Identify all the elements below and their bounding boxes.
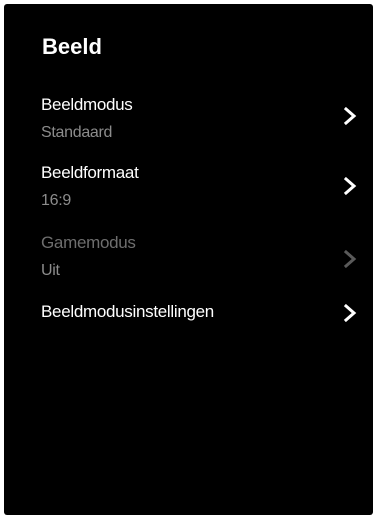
picture-settings-panel: Beeld Beeldmodus Standaard Beeldformaat … xyxy=(4,4,373,515)
menu-item-beeldmodus[interactable]: Beeldmodus Standaard xyxy=(41,95,361,143)
menu-item-label: Beeldmodus xyxy=(41,95,133,114)
panel-title: Beeld xyxy=(42,34,102,59)
menu-item-label: Gamemodus xyxy=(41,233,136,252)
menu-item-beeldformaat[interactable]: Beeldformaat 16:9 xyxy=(41,163,361,211)
chevron-right-icon xyxy=(343,107,357,125)
menu-item-beeldmodusinstellingen[interactable]: Beeldmodusinstellingen xyxy=(41,302,361,326)
menu-item-label: Beeldformaat xyxy=(41,163,139,182)
chevron-right-icon xyxy=(343,177,357,195)
chevron-right-icon xyxy=(343,304,357,322)
menu-item-value: Standaard xyxy=(41,124,113,141)
menu-item-value: 16:9 xyxy=(41,192,71,209)
menu-item-gamemodus: Gamemodus Uit xyxy=(41,233,361,281)
chevron-right-icon xyxy=(343,250,357,268)
menu-item-label: Beeldmodusinstellingen xyxy=(41,302,214,321)
menu-item-value: Uit xyxy=(41,262,60,279)
